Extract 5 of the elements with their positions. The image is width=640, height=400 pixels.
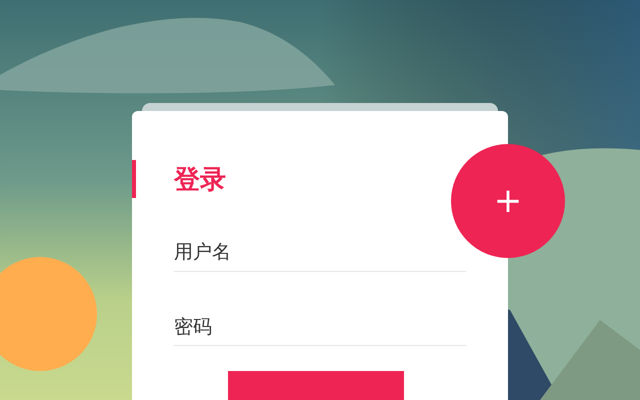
username-field[interactable]: 用户名 (174, 234, 450, 271)
login-title: 登录 (174, 164, 226, 196)
password-field[interactable]: 密码 (174, 308, 450, 346)
submit-button[interactable] (228, 371, 404, 400)
accent-bar (132, 160, 136, 198)
